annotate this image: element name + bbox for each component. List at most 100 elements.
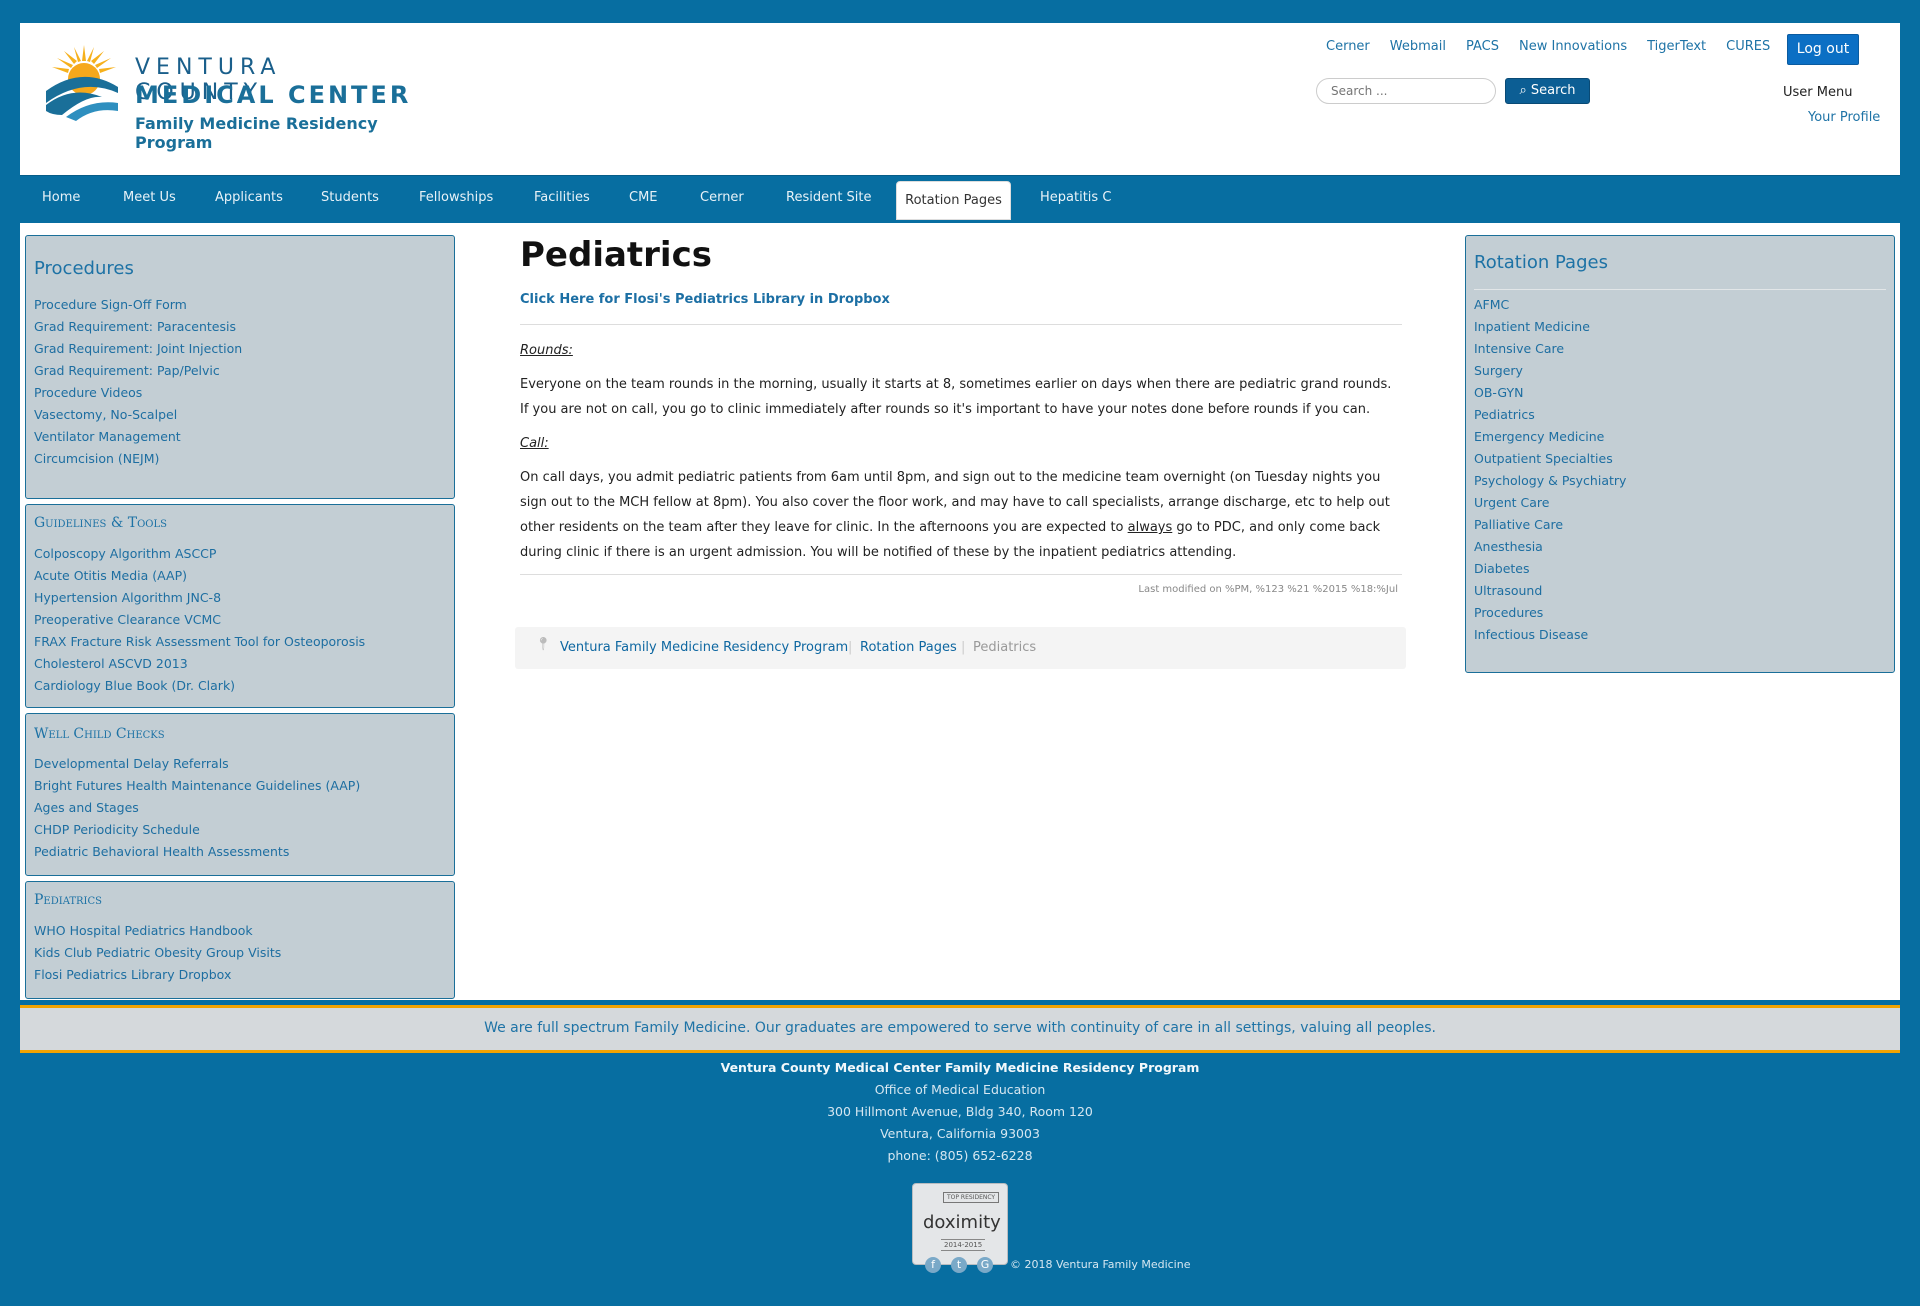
rotation-link[interactable]: Urgent Care bbox=[1474, 492, 1626, 514]
rotation-link[interactable]: Palliative Care bbox=[1474, 514, 1626, 536]
nav-item-facilities[interactable]: Facilities bbox=[534, 190, 590, 205]
rounds-label: Rounds: bbox=[520, 343, 573, 358]
last-modified: Last modified on %PM, %123 %21 %2015 %18… bbox=[1138, 584, 1398, 595]
procedures-link[interactable]: Grad Requirement: Pap/Pelvic bbox=[34, 360, 242, 382]
page-title: Pediatrics bbox=[520, 235, 712, 275]
rotation-pages-box: Rotation Pages AFMC Inpatient Medicine I… bbox=[1465, 235, 1895, 673]
nav-item-hepatitis-c[interactable]: Hepatitis C bbox=[1040, 190, 1111, 205]
well-child-link[interactable]: CHDP Periodicity Schedule bbox=[34, 819, 360, 841]
copyright: © 2018 Ventura Family Medicine bbox=[1010, 1258, 1191, 1271]
procedures-link[interactable]: Vasectomy, No-Scalpel bbox=[34, 404, 242, 426]
nav-item-meet-us[interactable]: Meet Us bbox=[123, 190, 176, 205]
twitter-icon[interactable]: t bbox=[951, 1257, 967, 1273]
your-profile-link[interactable]: Your Profile bbox=[1808, 110, 1880, 125]
badge-top-label: TOP RESIDENCY bbox=[943, 1192, 1000, 1203]
well-child-link[interactable]: Pediatric Behavioral Health Assessments bbox=[34, 841, 360, 863]
nav-item-resident-site[interactable]: Resident Site bbox=[786, 190, 872, 205]
pediatrics-link[interactable]: WHO Hospital Pediatrics Handbook bbox=[34, 920, 281, 942]
guidelines-link[interactable]: Hypertension Algorithm JNC-8 bbox=[34, 587, 365, 609]
breadcrumb-item[interactable]: Ventura Family Medicine Residency Progra… bbox=[560, 640, 848, 655]
call-text-emphasis: always bbox=[1127, 520, 1173, 535]
rotation-link[interactable]: OB-GYN bbox=[1474, 382, 1626, 404]
top-link-new-innovations[interactable]: New Innovations bbox=[1519, 39, 1627, 54]
procedures-link[interactable]: Procedure Videos bbox=[34, 382, 242, 404]
google-icon[interactable]: G bbox=[977, 1257, 993, 1273]
nav-item-cme[interactable]: CME bbox=[629, 190, 658, 205]
search-input[interactable] bbox=[1316, 78, 1496, 104]
nav-item-applicants[interactable]: Applicants bbox=[215, 190, 283, 205]
main-nav: Home Meet Us Applicants Students Fellows… bbox=[20, 175, 1900, 223]
top-link-cures[interactable]: CURES bbox=[1726, 39, 1770, 54]
guidelines-link[interactable]: Colposcopy Algorithm ASCCP bbox=[34, 543, 365, 565]
procedures-link[interactable]: Grad Requirement: Paracentesis bbox=[34, 316, 242, 338]
breadcrumb-separator: | bbox=[848, 640, 853, 655]
footer-phone: phone: (805) 652-6228 bbox=[887, 1148, 1033, 1163]
rounds-text: Everyone on the team rounds in the morni… bbox=[520, 377, 1392, 417]
procedures-link[interactable]: Procedure Sign-Off Form bbox=[34, 294, 242, 316]
badge-brand: doximity bbox=[923, 1212, 1001, 1233]
logo-line2: MEDICAL CENTER bbox=[135, 81, 412, 109]
pediatrics-links: WHO Hospital Pediatrics Handbook Kids Cl… bbox=[34, 920, 281, 986]
facebook-icon[interactable]: f bbox=[925, 1257, 941, 1273]
site-logo[interactable]: VENTURA COUNTY MEDICAL CENTER Family Med… bbox=[42, 37, 422, 152]
procedures-link[interactable]: Grad Requirement: Joint Injection bbox=[34, 338, 242, 360]
guidelines-link[interactable]: Acute Otitis Media (AAP) bbox=[34, 565, 365, 587]
main-content-area: Procedures Procedure Sign-Off Form Grad … bbox=[20, 223, 1900, 1000]
nav-item-students[interactable]: Students bbox=[321, 190, 379, 205]
well-child-link[interactable]: Ages and Stages bbox=[34, 797, 360, 819]
breadcrumb: 📍︎ Ventura Family Medicine Residency Pro… bbox=[515, 627, 1406, 669]
doximity-badge[interactable]: TOP RESIDENCY doximity 2014-2015 bbox=[912, 1183, 1008, 1265]
guidelines-box: Guidelines & Tools Colposcopy Algorithm … bbox=[25, 504, 455, 708]
search-icon: ⌕ bbox=[1519, 83, 1527, 98]
sun-wave-logo-icon bbox=[46, 45, 118, 121]
rotation-link[interactable]: Procedures bbox=[1474, 602, 1626, 624]
rotation-link[interactable]: Psychology & Psychiatry bbox=[1474, 470, 1626, 492]
guidelines-link[interactable]: Preoperative Clearance VCMC bbox=[34, 609, 365, 631]
well-child-title: Well Child Checks bbox=[34, 726, 165, 742]
rotation-link[interactable]: Surgery bbox=[1474, 360, 1626, 382]
rotation-link[interactable]: AFMC bbox=[1474, 294, 1626, 316]
dropbox-library-link[interactable]: Click Here for Flosi's Pediatrics Librar… bbox=[520, 292, 890, 307]
rotation-link[interactable]: Intensive Care bbox=[1474, 338, 1626, 360]
rotation-link[interactable]: Ultrasound bbox=[1474, 580, 1626, 602]
nav-item-fellowships[interactable]: Fellowships bbox=[419, 190, 493, 205]
search-button-label: Search bbox=[1530, 83, 1576, 98]
breadcrumb-item[interactable]: Rotation Pages bbox=[860, 640, 957, 655]
call-label: Call: bbox=[520, 436, 549, 451]
procedures-link[interactable]: Ventilator Management bbox=[34, 426, 242, 448]
search-button[interactable]: ⌕ Search bbox=[1505, 78, 1590, 104]
top-link-webmail[interactable]: Webmail bbox=[1390, 39, 1446, 54]
rotation-link[interactable]: Outpatient Specialties bbox=[1474, 448, 1626, 470]
rotation-link[interactable]: Anesthesia bbox=[1474, 536, 1626, 558]
user-menu-title: User Menu bbox=[1783, 85, 1853, 100]
guidelines-link[interactable]: Cardiology Blue Book (Dr. Clark) bbox=[34, 675, 365, 697]
pediatrics-link[interactable]: Flosi Pediatrics Library Dropbox bbox=[34, 964, 281, 986]
rotation-link-infectious-disease[interactable]: Infectious Disease bbox=[1474, 624, 1626, 646]
guidelines-links: Colposcopy Algorithm ASCCP Acute Otitis … bbox=[34, 543, 365, 697]
well-child-links: Developmental Delay Referrals Bright Fut… bbox=[34, 753, 360, 863]
nav-item-cerner[interactable]: Cerner bbox=[700, 190, 744, 205]
procedures-link[interactable]: Circumcision (NEJM) bbox=[34, 448, 242, 470]
rotation-pages-links: AFMC Inpatient Medicine Intensive Care S… bbox=[1474, 294, 1626, 646]
badge-years: 2014-2015 bbox=[941, 1239, 986, 1251]
guidelines-link[interactable]: Cholesterol ASCVD 2013 bbox=[34, 653, 365, 675]
rotation-link[interactable]: Inpatient Medicine bbox=[1474, 316, 1626, 338]
top-link-cerner[interactable]: Cerner bbox=[1326, 39, 1370, 54]
rotation-link[interactable]: Emergency Medicine bbox=[1474, 426, 1626, 448]
guidelines-link[interactable]: FRAX Fracture Risk Assessment Tool for O… bbox=[34, 631, 365, 653]
nav-item-home[interactable]: Home bbox=[42, 190, 80, 205]
nav-item-rotation-pages[interactable]: Rotation Pages bbox=[896, 181, 1011, 220]
pediatrics-link[interactable]: Kids Club Pediatric Obesity Group Visits bbox=[34, 942, 281, 964]
logout-button[interactable]: Log out bbox=[1787, 34, 1859, 65]
rotation-link[interactable]: Pediatrics bbox=[1474, 404, 1626, 426]
footer-org: Ventura County Medical Center Family Med… bbox=[720, 1060, 1200, 1075]
top-link-pacs[interactable]: PACS bbox=[1466, 39, 1499, 54]
procedures-title: Procedures bbox=[34, 258, 134, 279]
well-child-link[interactable]: Developmental Delay Referrals bbox=[34, 753, 360, 775]
footer-city: Ventura, California 93003 bbox=[880, 1126, 1040, 1141]
rotation-link[interactable]: Diabetes bbox=[1474, 558, 1626, 580]
well-child-link[interactable]: Bright Futures Health Maintenance Guidel… bbox=[34, 775, 360, 797]
mission-banner: We are full spectrum Family Medicine. Ou… bbox=[20, 1005, 1900, 1053]
mission-text: We are full spectrum Family Medicine. Ou… bbox=[484, 1020, 1436, 1036]
top-link-tigertext[interactable]: TigerText bbox=[1647, 39, 1706, 54]
